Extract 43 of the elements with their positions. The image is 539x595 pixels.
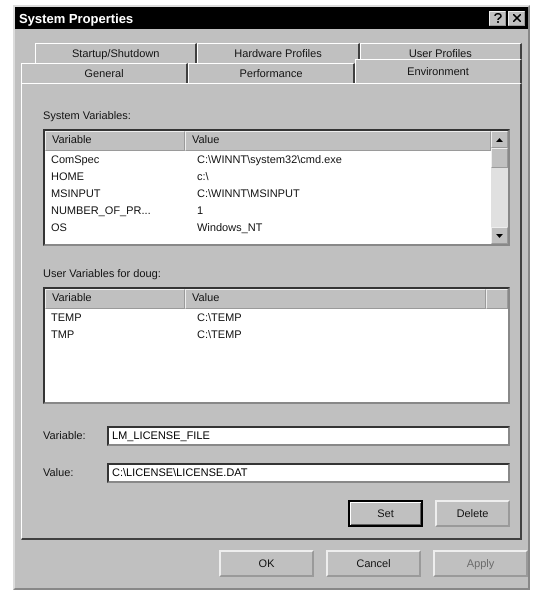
section-label: System Variables: (43, 110, 132, 122)
dialog-button[interactable]: OK (219, 550, 314, 577)
tab[interactable]: Performance (188, 63, 355, 83)
input-field[interactable]: C:\LICENSE\LICENSE.DAT (107, 463, 510, 483)
dialog-button[interactable]: Cancel (326, 550, 421, 577)
scroll-up-icon[interactable] (491, 131, 508, 148)
scrollbar[interactable] (491, 131, 508, 244)
value-cell-text: C:\TEMP (196, 312, 243, 324)
variable-cell-text: MSINPUT (50, 188, 102, 200)
tab[interactable]: Hardware Profiles (197, 43, 360, 63)
close-icon[interactable] (508, 10, 525, 26)
variable-cell-text: TEMP (50, 312, 83, 324)
value-cell-text: C:\WINNT\system32\cmd.exe (196, 154, 343, 166)
field-label: Value: (43, 467, 74, 479)
tab[interactable]: Startup/Shutdown (35, 43, 198, 63)
scroll-down-icon[interactable] (491, 227, 508, 244)
column-header[interactable]: Value (185, 289, 486, 309)
input-field[interactable]: LM_LICENSE_FILE (107, 426, 510, 446)
variables-list[interactable]: Variable Value ComSpec C:\WINNT\system32\cmd.exe HOME c:\ MSINPUT C:\WINNT\MSINPUT NUMBER_OF_PR... 1 OS Windows_NT (43, 129, 510, 246)
tab[interactable]: General (21, 63, 188, 83)
column-header (486, 289, 508, 309)
panel-button[interactable]: Set (348, 500, 423, 527)
column-header[interactable]: Value (185, 131, 491, 151)
tab[interactable]: Environment (355, 59, 522, 83)
scroll-thumb[interactable] (491, 148, 508, 168)
column-header[interactable]: Variable (45, 289, 185, 309)
column-header[interactable]: Variable (45, 131, 185, 151)
variable-cell-text: TMP (50, 328, 76, 340)
variables-list[interactable]: Variable Value TEMP C:\TEMP TMP C:\TEMP (43, 287, 510, 404)
field-label: Variable: (43, 430, 87, 442)
value-cell-text: 1 (196, 204, 204, 216)
variable-cell-text: OS (50, 222, 68, 234)
help-icon[interactable] (489, 10, 506, 26)
variable-cell-text: HOME (50, 170, 85, 182)
window-title: System Properties (19, 10, 134, 26)
section-label: User Variables for doug: (43, 268, 162, 280)
panel-button[interactable]: Delete (435, 500, 510, 527)
value-cell-text: Windows_NT (196, 222, 264, 234)
value-cell-text: C:\WINNT\MSINPUT (196, 188, 301, 200)
variable-cell-text: ComSpec (50, 154, 100, 166)
value-cell-text: C:\TEMP (196, 328, 243, 340)
variable-cell-text: NUMBER_OF_PR... (50, 204, 152, 216)
value-cell-text: c:\ (196, 170, 210, 182)
